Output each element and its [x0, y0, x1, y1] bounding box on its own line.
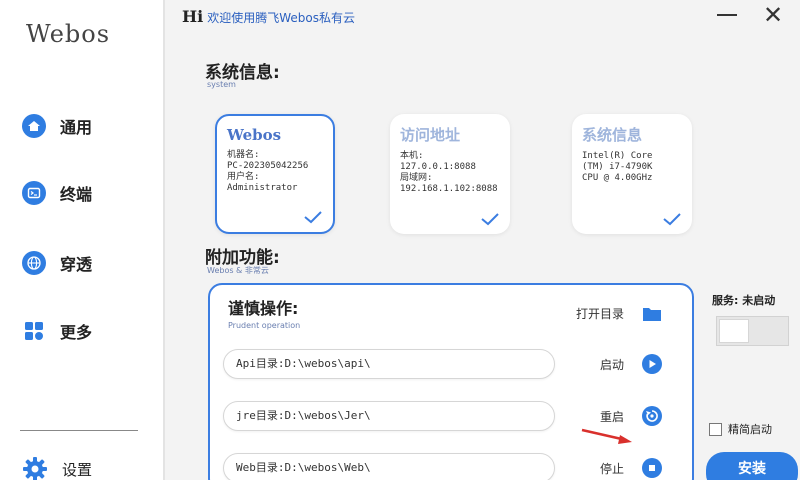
open-directory-label: 打开目录: [576, 307, 625, 321]
grid-icon: [22, 319, 46, 343]
card-line: CPU @ 4.00GHz: [582, 173, 653, 183]
sidebar-divider: [20, 430, 138, 431]
jre-path-field[interactable]: jre目录:D:\webos\Jer\: [223, 401, 555, 431]
sidebar-item-label: 终端: [60, 185, 93, 204]
card-system-info[interactable]: 系统信息 Intel(R) Core (TM) i7-4790K CPU @ 4…: [572, 114, 692, 234]
card-line: Administrator: [227, 183, 298, 193]
app-logo: Webos: [26, 20, 111, 48]
sidebar-item-label: 穿透: [60, 255, 93, 274]
minimize-icon: [717, 14, 737, 16]
card-line: (TM) i7-4790K: [582, 162, 653, 172]
stop-icon: [642, 458, 663, 478]
card-line: 局域网:: [400, 173, 433, 183]
panel-title: 谨慎操作:: [228, 299, 299, 318]
check-icon: [663, 213, 681, 226]
greeting: Hi 欢迎使用腾飞Webos私有云: [182, 7, 355, 26]
globe-icon: [22, 251, 46, 275]
card-line: PC-202305042256: [227, 161, 309, 171]
sidebar: Webos 通用 终端 穿透 更多 设置: [0, 0, 163, 480]
extra-features-subtitle: Webos & 非常云: [207, 266, 269, 275]
service-status: 服务: 未启动: [712, 294, 776, 307]
card-line: 用户名:: [227, 172, 260, 182]
service-toggle[interactable]: [716, 316, 789, 346]
check-icon: [304, 211, 322, 224]
web-path-field[interactable]: Web目录:D:\webos\Web\: [223, 453, 555, 480]
start-label: 启动: [600, 357, 625, 372]
sidebar-separator: [163, 0, 165, 480]
greeting-hi: Hi: [182, 7, 204, 26]
card-line: Intel(R) Core: [582, 151, 653, 161]
panel-subtitle: Prudent operation: [228, 321, 301, 330]
install-button[interactable]: 安装: [706, 452, 798, 480]
home-icon: [22, 114, 46, 138]
greeting-message: 欢迎使用腾飞Webos私有云: [207, 11, 355, 25]
sidebar-item-label: 通用: [60, 118, 93, 137]
stop-button[interactable]: 停止: [600, 458, 663, 478]
sidebar-item-label: 设置: [62, 460, 93, 479]
card-line: 192.168.1.102:8088: [400, 184, 498, 194]
api-path-field[interactable]: Api目录:D:\webos\api\: [223, 349, 555, 379]
annotation-arrow-icon: [581, 428, 632, 444]
restart-icon: [642, 406, 663, 426]
sidebar-item-tunnel[interactable]: 穿透: [22, 251, 92, 275]
check-icon: [481, 213, 499, 226]
close-button[interactable]: ✕: [760, 3, 786, 27]
restart-button[interactable]: 重启: [600, 406, 663, 426]
card-title: 系统信息: [582, 126, 643, 144]
sidebar-item-label: 更多: [60, 323, 93, 342]
gear-icon: [22, 456, 48, 480]
sidebar-item-general[interactable]: 通用: [22, 114, 92, 138]
simple-start-label: 精简启动: [728, 423, 772, 436]
card-access-address[interactable]: 访问地址 本机: 127.0.0.1:8088 局域网: 192.168.1.1…: [390, 114, 510, 234]
minimize-button[interactable]: [714, 4, 740, 26]
restart-label: 重启: [600, 409, 625, 424]
play-icon: [642, 354, 663, 374]
open-directory-button[interactable]: 打开目录: [576, 305, 662, 322]
caution-panel: 谨慎操作: Prudent operation 打开目录 Api目录:D:\we…: [208, 283, 694, 480]
sidebar-item-settings[interactable]: 设置: [22, 456, 92, 480]
start-button[interactable]: 启动: [600, 354, 663, 374]
sidebar-item-more[interactable]: 更多: [22, 319, 92, 343]
card-title: 访问地址: [400, 126, 461, 144]
folder-icon: [643, 307, 662, 321]
stop-label: 停止: [600, 461, 625, 476]
close-icon: ✕: [762, 1, 784, 29]
system-info-subtitle: system: [207, 80, 236, 89]
sidebar-item-terminal[interactable]: 终端: [22, 181, 92, 205]
card-webos[interactable]: Webos 机器名: PC-202305042256 用户名: Administ…: [215, 114, 335, 234]
toggle-knob: [719, 319, 749, 343]
terminal-icon: [22, 181, 46, 205]
card-line: 本机:: [400, 151, 424, 161]
card-title: Webos: [227, 126, 282, 144]
card-line: 机器名:: [227, 150, 260, 160]
checkbox-box: [709, 422, 722, 436]
simple-start-checkbox[interactable]: 精简启动: [709, 421, 772, 437]
card-line: 127.0.0.1:8088: [400, 162, 476, 172]
